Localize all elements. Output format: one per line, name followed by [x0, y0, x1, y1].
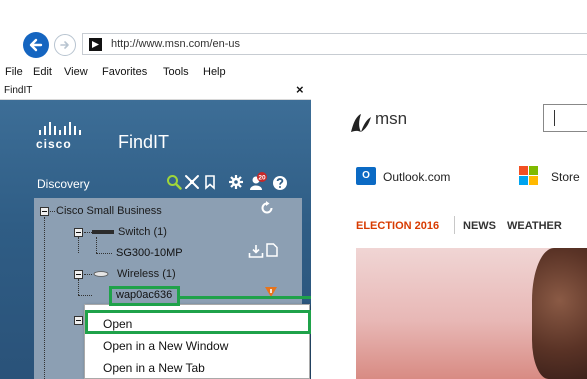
menu-edit[interactable]: Edit — [33, 66, 52, 78]
highlight-device — [109, 286, 180, 306]
download-icon[interactable] — [248, 244, 264, 258]
switch-icon — [92, 230, 114, 234]
nav-election[interactable]: ELECTION 2016 — [356, 220, 439, 232]
browser-address-bar: http://www.msn.com/en-us — [0, 0, 587, 62]
collapse-switch-icon[interactable] — [74, 228, 83, 237]
forward-button[interactable] — [54, 34, 76, 56]
cisco-bars-icon — [39, 122, 81, 135]
findit-window-title: FindIT — [4, 85, 33, 96]
document-icon[interactable] — [266, 243, 278, 257]
menu-tools[interactable]: Tools — [163, 66, 189, 78]
msn-logo[interactable]: msn — [375, 109, 407, 129]
msn-butterfly-icon[interactable] — [349, 112, 373, 134]
collapse-wireless-icon[interactable] — [74, 270, 83, 279]
cisco-wordmark: cisco — [36, 137, 72, 151]
tools-icon[interactable] — [184, 174, 200, 190]
discovery-label: Discovery — [37, 177, 90, 191]
store-icon[interactable] — [519, 166, 539, 186]
outlook-icon[interactable]: O — [356, 167, 376, 185]
nav-weather[interactable]: WEATHER — [507, 220, 562, 232]
menu-file[interactable]: File — [5, 66, 23, 78]
tree-switch-device[interactable]: SG300-10MP — [116, 247, 183, 259]
menu-view[interactable]: View — [64, 66, 88, 78]
nav-separator — [454, 216, 455, 234]
refresh-icon[interactable] — [260, 201, 274, 215]
wireless-ap-icon — [93, 271, 109, 277]
cisco-logo: cisco — [36, 122, 96, 156]
tree-connector — [78, 295, 92, 296]
collapse-root-icon[interactable] — [40, 207, 49, 216]
menu-favorites[interactable]: Favorites — [102, 66, 147, 78]
bookmark-icon[interactable] — [202, 174, 218, 190]
search-icon[interactable] — [166, 174, 182, 190]
tree-wireless-group[interactable]: Wireless (1) — [117, 268, 176, 280]
forward-arrow-icon — [60, 41, 69, 49]
tree-connector — [96, 253, 112, 254]
notification-count: 20 — [258, 175, 266, 182]
msn-page: msn O Outlook.com Store ELECTION 2016 NE… — [311, 82, 587, 379]
tree-connector — [78, 237, 79, 253]
outlook-link[interactable]: Outlook.com — [383, 170, 450, 184]
findit-titlebar: FindIT × — [0, 82, 311, 100]
menu-help[interactable]: Help — [203, 66, 226, 78]
tree-connector — [84, 232, 92, 233]
msn-search-input[interactable] — [543, 104, 587, 132]
hero-image[interactable] — [356, 248, 587, 379]
help-icon[interactable] — [272, 175, 288, 191]
back-arrow-icon — [29, 38, 43, 52]
tree-connector — [96, 237, 97, 253]
context-open-new-tab[interactable]: Open in a New Tab — [103, 361, 205, 375]
app-name: FindIT — [118, 132, 170, 152]
browser-menu-bar: File Edit View Favorites Tools Help — [0, 62, 587, 82]
nav-news[interactable]: NEWS — [463, 220, 496, 232]
back-button[interactable] — [23, 32, 49, 58]
highlight-open — [85, 310, 311, 334]
address-input[interactable]: http://www.msn.com/en-us — [82, 33, 587, 55]
context-open-new-window[interactable]: Open in a New Window — [103, 339, 228, 353]
url-text: http://www.msn.com/en-us — [111, 38, 240, 50]
tree-connector — [78, 279, 79, 295]
store-link[interactable]: Store — [551, 170, 580, 184]
tree-switch-group[interactable]: Switch (1) — [118, 226, 167, 238]
gear-icon[interactable] — [228, 174, 244, 190]
tree-connector — [84, 274, 92, 275]
user-icon[interactable]: 20 — [248, 172, 268, 192]
hero-photo-subject — [532, 248, 587, 379]
msn-favicon-icon — [89, 38, 102, 51]
tree-connector — [44, 217, 45, 379]
close-icon[interactable]: × — [296, 82, 304, 97]
tree-connector — [50, 211, 55, 212]
tree-root-label[interactable]: Cisco Small Business — [56, 205, 162, 217]
collapse-group-icon[interactable] — [74, 316, 83, 325]
